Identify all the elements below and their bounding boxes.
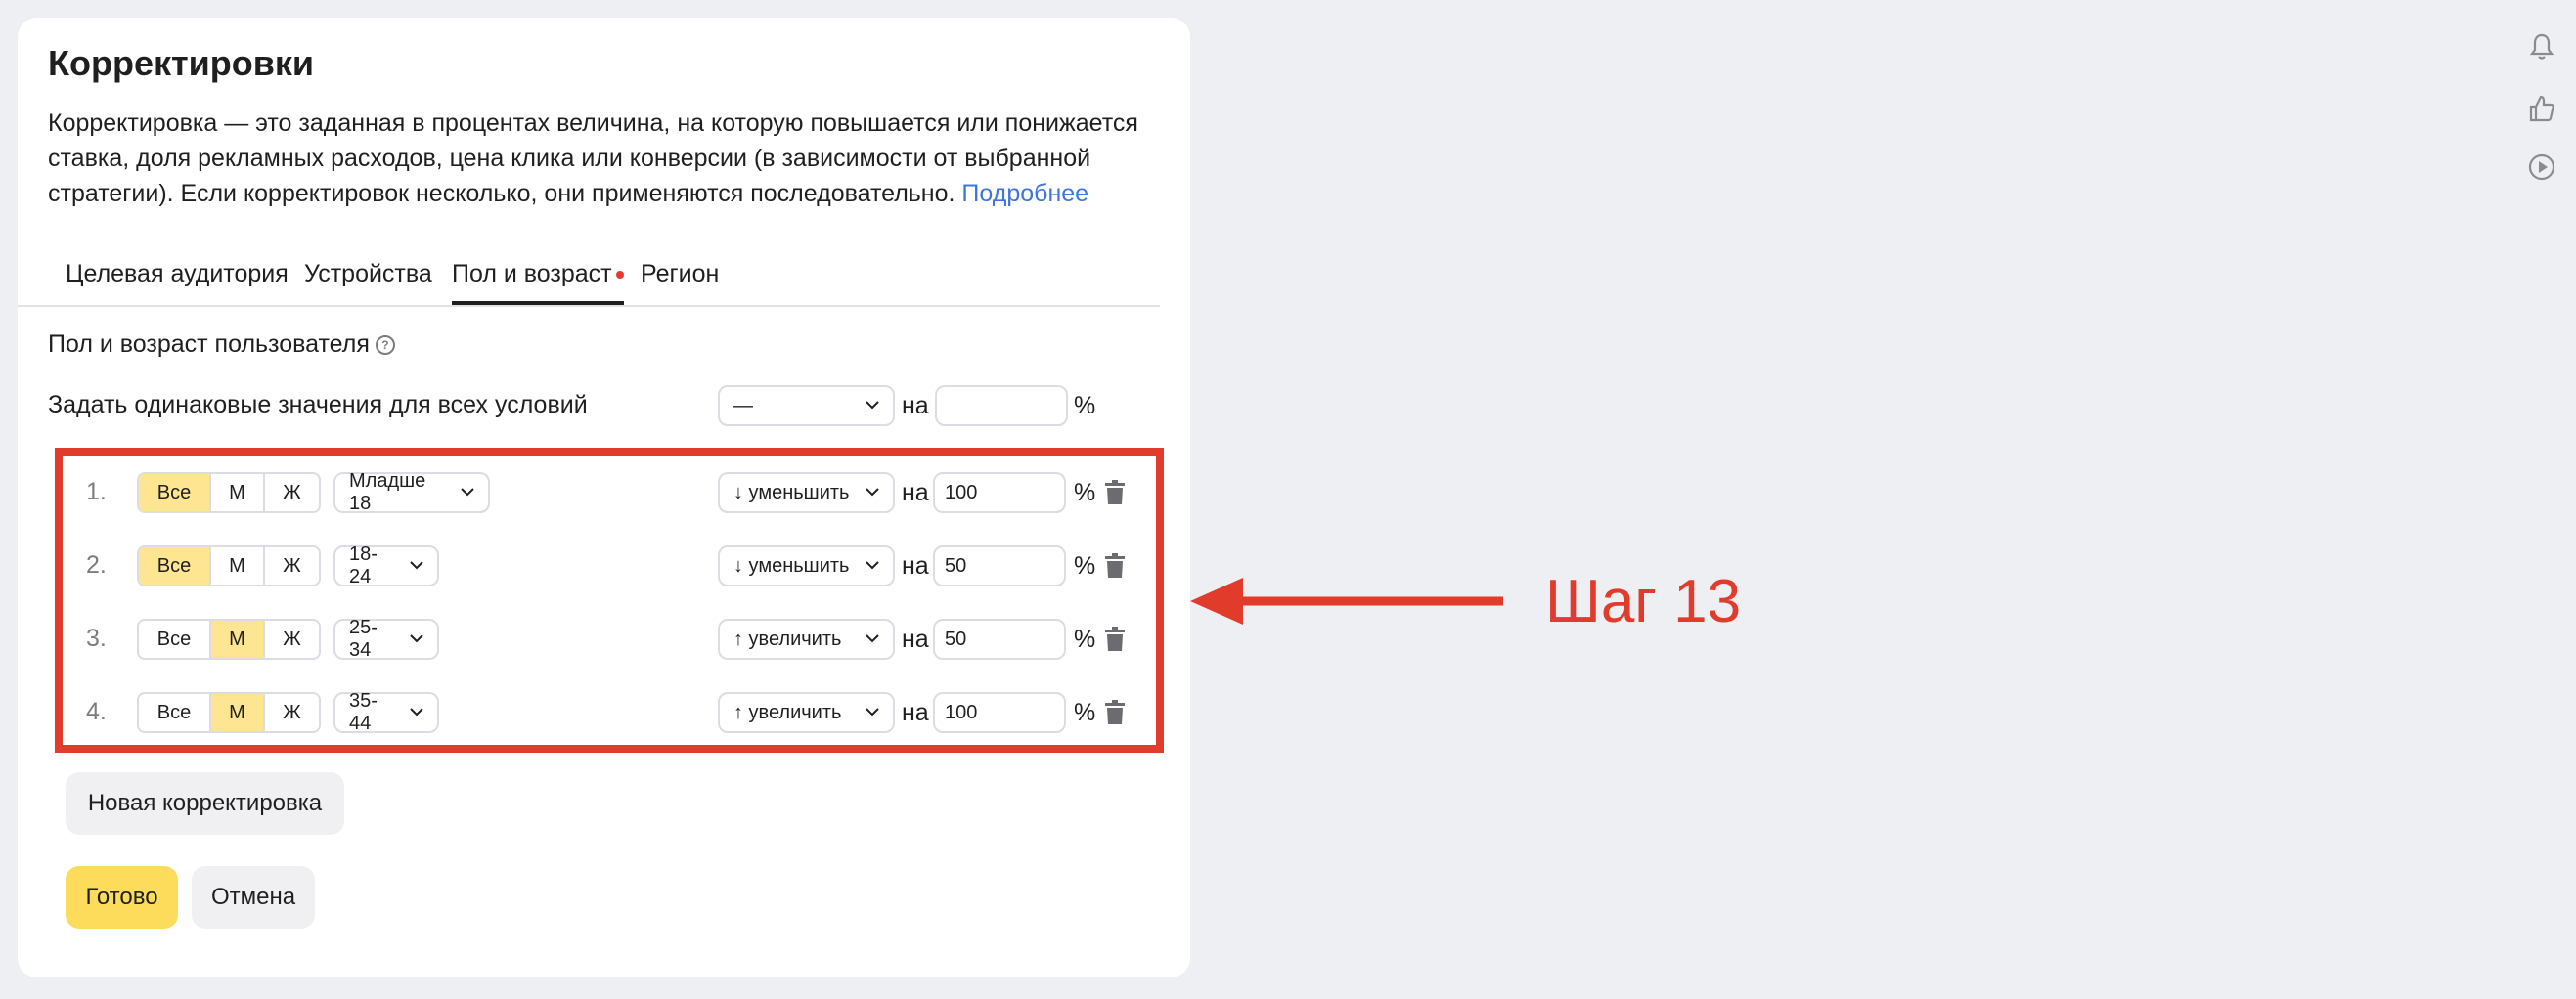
section-title: Пол и возраст пользователя? bbox=[48, 330, 395, 359]
play-circle-icon[interactable] bbox=[2526, 152, 2557, 183]
new-adjustment-button[interactable]: Новая корректировка bbox=[66, 772, 344, 835]
same-values-select[interactable]: — bbox=[718, 385, 895, 426]
annotation-highlight-box bbox=[55, 448, 1164, 753]
percent-label: % bbox=[1074, 392, 1096, 419]
section-title-text: Пол и возраст пользователя bbox=[48, 330, 370, 358]
tab-gender-age[interactable]: Пол и возраст bbox=[452, 256, 624, 305]
tab-gender-age-label: Пол и возраст bbox=[452, 260, 612, 287]
na-label: на bbox=[902, 392, 929, 419]
panel-description: Корректировка — это заданная в процентах… bbox=[48, 106, 1143, 211]
tab-region[interactable]: Регион bbox=[641, 256, 719, 291]
panel-title: Корректировки bbox=[48, 43, 315, 83]
tab-devices[interactable]: Устройства bbox=[304, 256, 432, 291]
same-values-select-value: — bbox=[733, 394, 753, 416]
thumbs-up-icon[interactable] bbox=[2526, 93, 2557, 124]
more-link[interactable]: Подробнее bbox=[961, 180, 1088, 207]
bell-icon[interactable] bbox=[2526, 31, 2557, 63]
annotation-step-label: Шаг 13 bbox=[1545, 568, 1742, 635]
done-button[interactable]: Готово bbox=[66, 866, 178, 929]
tabs-bar: Целевая аудитория Устройства Пол и возра… bbox=[18, 256, 1160, 307]
tab-alert-dot bbox=[615, 271, 624, 280]
chevron-down-icon bbox=[866, 401, 879, 410]
same-values-label: Задать одинаковые значения для всех усло… bbox=[48, 391, 588, 418]
tab-target-audience[interactable]: Целевая аудитория bbox=[66, 256, 289, 291]
cancel-button[interactable]: Отмена bbox=[192, 866, 315, 929]
same-values-input[interactable] bbox=[935, 385, 1068, 426]
help-icon[interactable]: ? bbox=[375, 335, 395, 356]
annotation-arrow-icon bbox=[1190, 578, 1503, 625]
